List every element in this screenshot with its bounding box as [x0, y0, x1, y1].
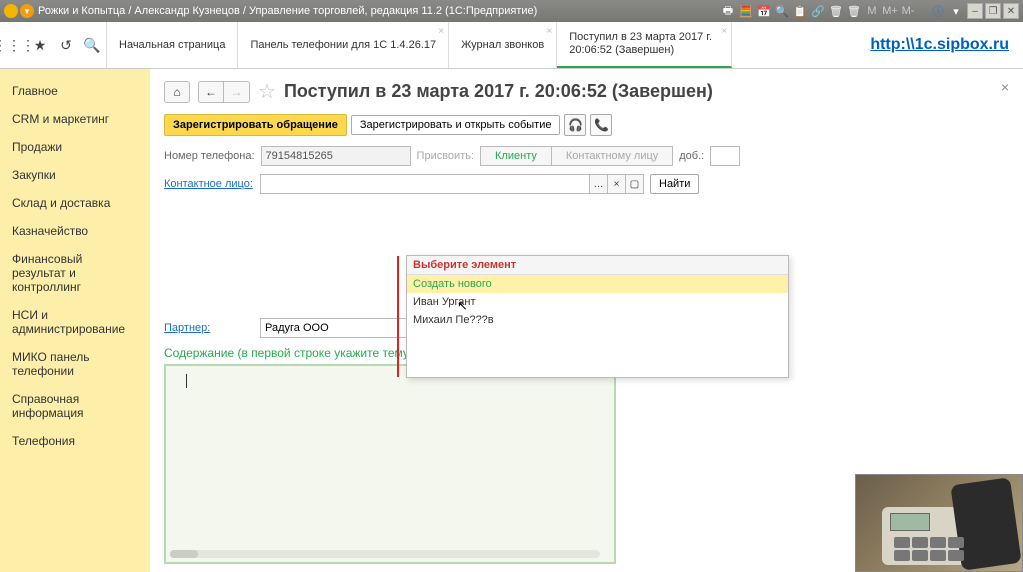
text-caret	[186, 374, 187, 388]
dropdown-filler	[407, 329, 788, 377]
page-close-button[interactable]: ×	[1001, 79, 1009, 95]
content-editor[interactable]	[164, 364, 616, 564]
action-row: Зарегистрировать обращение Зарегистриров…	[164, 114, 1009, 136]
sidebar-item-sales[interactable]: Продажи	[0, 133, 150, 161]
page-header: ⌂ ← → ☆ Поступил в 23 марта 2017 г. 20:0…	[164, 79, 1009, 104]
assign-client-button[interactable]: Клиенту	[480, 146, 551, 166]
sidebar-item-telephony[interactable]: Телефония	[0, 427, 150, 455]
history-icon[interactable]: ↺	[58, 37, 74, 53]
tab-incoming-call[interactable]: Поступил в 23 марта 2017 г. 20:06:52 (За…	[557, 22, 732, 68]
call-button[interactable]: 📞	[590, 114, 612, 136]
close-button[interactable]: ✕	[1003, 3, 1019, 19]
assign-contact-button[interactable]: Контактному лицу	[551, 146, 673, 166]
dropdown-header: Выберите элемент	[407, 256, 788, 275]
register-open-event-button[interactable]: Зарегистрировать и открыть событие	[351, 115, 561, 135]
dropdown-option[interactable]: Иван Ургант	[407, 293, 788, 311]
home-button[interactable]: ⌂	[164, 81, 190, 103]
sidebar-item-treasury[interactable]: Казначейство	[0, 217, 150, 245]
contact-row: Контактное лицо: … × ▢ Найти	[164, 174, 1009, 194]
trash2-icon[interactable]: 🗑	[846, 3, 862, 19]
forward-button[interactable]: →	[224, 81, 250, 103]
favorites-icon[interactable]: ★	[32, 37, 48, 53]
content: ⌂ ← → ☆ Поступил в 23 марта 2017 г. 20:0…	[150, 69, 1023, 572]
sidebar-item-nsi[interactable]: НСИ и администрирование	[0, 301, 150, 343]
phone-icon: 📞	[594, 118, 609, 132]
mplus-button[interactable]: M+	[882, 3, 898, 19]
dropdown-create-new[interactable]: Создать нового	[407, 275, 788, 293]
clipboard-icon[interactable]: 📋	[792, 3, 808, 19]
assign-label: Присвоить:	[417, 150, 474, 162]
tab-label: Поступил в 23 марта 2017 г. 20:06:52 (За…	[569, 31, 719, 57]
ext-field[interactable]	[710, 146, 740, 166]
favorite-star-icon[interactable]: ☆	[258, 79, 276, 104]
phone-label: Номер телефона:	[164, 150, 255, 162]
main: Главное CRM и маркетинг Продажи Закупки …	[0, 69, 1023, 572]
phone-row: Номер телефона: Присвоить: Клиенту Конта…	[164, 146, 1009, 166]
toolbar-iconbox: ⋮⋮⋮ ★ ↺ 🔍	[0, 22, 107, 68]
search-tb-icon[interactable]: 🔍	[774, 3, 790, 19]
headset-icon: 🎧	[568, 118, 583, 132]
sidebar-item-reference[interactable]: Справочная информация	[0, 385, 150, 427]
sipbox-link[interactable]: http:\\1c.sipbox.ru	[856, 22, 1023, 68]
dropdown-icon[interactable]: ▾	[948, 3, 964, 19]
dropdown-option[interactable]: Михаил Пе???в	[407, 311, 788, 329]
maximize-button[interactable]: ❐	[985, 3, 1001, 19]
apps-icon[interactable]: ⋮⋮⋮	[6, 37, 22, 53]
info-icon[interactable]: ⓘ	[930, 3, 946, 19]
trash-icon[interactable]: 🗑	[828, 3, 844, 19]
contact-find-button[interactable]: Найти	[650, 174, 699, 194]
sidebar-item-crm[interactable]: CRM и маркетинг	[0, 105, 150, 133]
editor-scrollbar[interactable]	[170, 550, 600, 558]
m-button[interactable]: M	[864, 3, 880, 19]
headset-button[interactable]: 🎧	[564, 114, 586, 136]
tab-close-icon[interactable]: ×	[438, 26, 444, 37]
minimize-button[interactable]: –	[967, 3, 983, 19]
contact-select-button[interactable]: …	[590, 174, 608, 194]
contact-dropdown: Выберите элемент Создать нового Иван Ург…	[406, 255, 789, 378]
calendar-icon[interactable]: 📅	[756, 3, 772, 19]
tab-label: Панель телефонии для 1С 1.4.26.17	[250, 39, 436, 51]
sidebar-item-purchases[interactable]: Закупки	[0, 161, 150, 189]
desk-phone-image	[855, 474, 1023, 572]
mminus-button[interactable]: M-	[900, 3, 916, 19]
contact-open-button[interactable]: ▢	[626, 174, 644, 194]
tab-call-log[interactable]: Журнал звонков×	[449, 22, 557, 68]
search-icon[interactable]: 🔍	[84, 37, 100, 53]
contact-clear-button[interactable]: ×	[608, 174, 626, 194]
assign-buttons: Клиенту Контактному лицу	[480, 146, 673, 166]
tab-close-icon[interactable]: ×	[721, 26, 727, 37]
phone-field[interactable]	[261, 146, 411, 166]
sidebar-item-main[interactable]: Главное	[0, 77, 150, 105]
tab-label: Начальная страница	[119, 39, 225, 51]
page-title: Поступил в 23 марта 2017 г. 20:06:52 (За…	[284, 81, 713, 102]
title-back-icon[interactable]: ▾	[20, 4, 34, 18]
sidebar-item-miko[interactable]: МИКО панель телефонии	[0, 343, 150, 385]
calc-icon[interactable]: 🧮	[738, 3, 754, 19]
back-button[interactable]: ←	[198, 81, 224, 103]
partner-label[interactable]: Партнер:	[164, 322, 254, 334]
contact-label[interactable]: Контактное лицо:	[164, 178, 254, 190]
sidebar: Главное CRM и маркетинг Продажи Закупки …	[0, 69, 150, 572]
app-icon	[4, 4, 18, 18]
tabbar: ⋮⋮⋮ ★ ↺ 🔍 Начальная страница Панель теле…	[0, 22, 1023, 69]
ext-label: доб.:	[679, 150, 704, 162]
contact-field[interactable]	[260, 174, 590, 194]
link-icon[interactable]: 🔗	[810, 3, 826, 19]
tab-telephony-panel[interactable]: Панель телефонии для 1С 1.4.26.17×	[238, 22, 449, 68]
print-icon[interactable]: 🖶	[720, 3, 736, 19]
register-request-button[interactable]: Зарегистрировать обращение	[164, 114, 347, 136]
tab-home[interactable]: Начальная страница	[107, 22, 238, 68]
sidebar-item-finance[interactable]: Финансовый результат и контроллинг	[0, 245, 150, 301]
scrollbar-thumb[interactable]	[170, 550, 198, 558]
titlebar: ▾ Рожки и Копытца / Александр Кузнецов /…	[0, 0, 1023, 22]
window-title: Рожки и Копытца / Александр Кузнецов / У…	[38, 5, 719, 17]
tab-close-icon[interactable]: ×	[546, 26, 552, 37]
sidebar-item-warehouse[interactable]: Склад и доставка	[0, 189, 150, 217]
tab-label: Журнал звонков	[461, 39, 544, 51]
